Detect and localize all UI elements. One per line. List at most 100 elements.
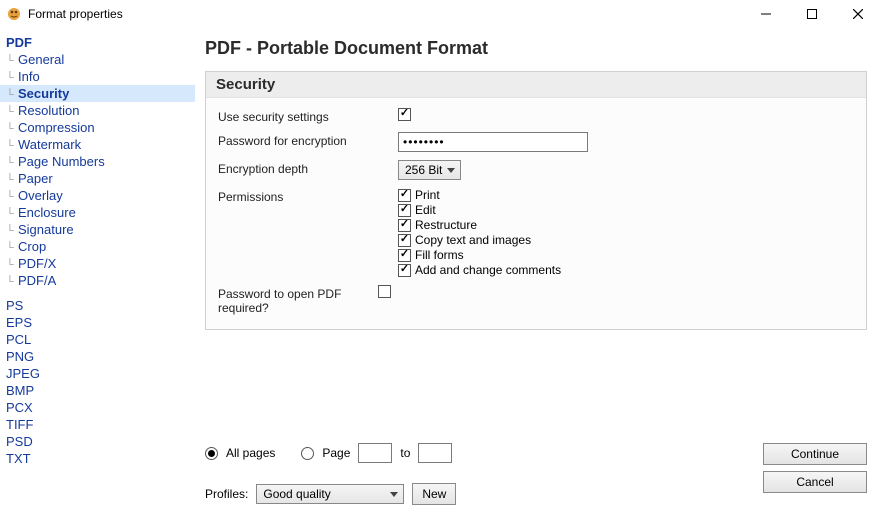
sidebar-item-page-numbers[interactable]: └Page Numbers — [0, 153, 195, 170]
permission-item: Add and change comments — [398, 263, 561, 277]
input-page-from[interactable] — [358, 443, 392, 463]
checkbox-use-security[interactable] — [398, 108, 411, 121]
tree-mark-icon: └ — [6, 106, 18, 118]
permission-label: Edit — [415, 203, 436, 217]
sidebar-item-enclosure[interactable]: └Enclosure — [0, 204, 195, 221]
sidebar-item-resolution[interactable]: └Resolution — [0, 102, 195, 119]
input-page-to[interactable] — [418, 443, 452, 463]
select-encryption-depth-value: 256 Bit — [405, 163, 442, 177]
sidebar-item-label: Crop — [18, 239, 46, 254]
label-to: to — [400, 446, 410, 460]
tree-mark-icon: └ — [6, 276, 18, 288]
tree-mark-icon: └ — [6, 242, 18, 254]
panel-header: Security — [206, 72, 866, 98]
tree-mark-icon: └ — [6, 55, 18, 67]
checkbox-permission-restructure[interactable] — [398, 219, 411, 232]
sidebar-item-paper[interactable]: └Paper — [0, 170, 195, 187]
sidebar-item-label: Compression — [18, 120, 95, 135]
sidebar-format-bmp[interactable]: BMP — [0, 382, 195, 399]
label-password-open: Password to open PDF required? — [218, 285, 378, 315]
radio-page-range[interactable] — [301, 447, 314, 460]
sidebar-item-label: Watermark — [18, 137, 81, 152]
sidebar-item-signature[interactable]: └Signature — [0, 221, 195, 238]
close-button[interactable] — [835, 0, 881, 28]
sidebar-root-pdf[interactable]: PDF — [0, 34, 195, 51]
radio-all-pages[interactable] — [205, 447, 218, 460]
sidebar-format-psd[interactable]: PSD — [0, 433, 195, 450]
checkbox-permission-copy-text-and-images[interactable] — [398, 234, 411, 247]
select-profile-value: Good quality — [263, 487, 330, 501]
sidebar-format-txt[interactable]: TXT — [0, 450, 195, 467]
label-profiles: Profiles: — [205, 487, 248, 501]
sidebar-item-overlay[interactable]: └Overlay — [0, 187, 195, 204]
checkbox-permission-fill-forms[interactable] — [398, 249, 411, 262]
permission-item: Fill forms — [398, 248, 561, 262]
sidebar-item-label: PDF/A — [18, 273, 56, 288]
tree-mark-icon: └ — [6, 174, 18, 186]
window-title: Format properties — [28, 7, 123, 21]
label-page: Page — [322, 446, 350, 460]
checkbox-permission-edit[interactable] — [398, 204, 411, 217]
label-encryption-depth: Encryption depth — [218, 160, 398, 176]
sidebar-item-label: General — [18, 52, 64, 67]
sidebar-item-label: PDF/X — [18, 256, 56, 271]
sidebar-item-watermark[interactable]: └Watermark — [0, 136, 195, 153]
select-profile[interactable]: Good quality — [256, 484, 404, 504]
sidebar-format-pcx[interactable]: PCX — [0, 399, 195, 416]
title-bar: Format properties — [0, 0, 881, 28]
tree-mark-icon: └ — [6, 225, 18, 237]
sidebar-item-label: Security — [18, 86, 69, 101]
footer: All pages Page to Profiles: Good quality… — [205, 427, 867, 515]
sidebar-format-jpeg[interactable]: JPEG — [0, 365, 195, 382]
permission-label: Add and change comments — [415, 263, 561, 277]
sidebar-item-general[interactable]: └General — [0, 51, 195, 68]
input-password-encryption[interactable] — [398, 132, 588, 152]
permissions-list: PrintEditRestructureCopy text and images… — [398, 188, 561, 277]
permission-item: Copy text and images — [398, 233, 561, 247]
tree-mark-icon: └ — [6, 140, 18, 152]
permission-item: Edit — [398, 203, 561, 217]
tree-mark-icon: └ — [6, 89, 18, 101]
checkbox-permission-add-and-change-comments[interactable] — [398, 264, 411, 277]
sidebar-item-crop[interactable]: └Crop — [0, 238, 195, 255]
app-icon — [6, 6, 22, 22]
minimize-button[interactable] — [743, 0, 789, 28]
label-use-security: Use security settings — [218, 108, 398, 124]
cancel-button[interactable]: Cancel — [763, 471, 867, 493]
sidebar-format-tiff[interactable]: TIFF — [0, 416, 195, 433]
sidebar-item-pdf-a[interactable]: └PDF/A — [0, 272, 195, 289]
sidebar-item-pdf-x[interactable]: └PDF/X — [0, 255, 195, 272]
new-profile-button[interactable]: New — [412, 483, 456, 505]
page-title: PDF - Portable Document Format — [205, 38, 867, 59]
sidebar-item-compression[interactable]: └Compression — [0, 119, 195, 136]
sidebar-item-label: Page Numbers — [18, 154, 105, 169]
checkbox-permission-print[interactable] — [398, 189, 411, 202]
permission-label: Restructure — [415, 218, 477, 232]
sidebar-item-label: Info — [18, 69, 40, 84]
sidebar: PDF └General└Info└Security└Resolution└Co… — [0, 28, 195, 521]
sidebar-item-label: Signature — [18, 222, 74, 237]
permission-item: Restructure — [398, 218, 561, 232]
label-permissions: Permissions — [218, 188, 398, 204]
sidebar-item-label: Enclosure — [18, 205, 76, 220]
sidebar-format-png[interactable]: PNG — [0, 348, 195, 365]
sidebar-format-pcl[interactable]: PCL — [0, 331, 195, 348]
tree-mark-icon: └ — [6, 72, 18, 84]
tree-mark-icon: └ — [6, 157, 18, 169]
main-area: PDF - Portable Document Format Security … — [195, 28, 881, 521]
maximize-button[interactable] — [789, 0, 835, 28]
checkbox-password-open[interactable] — [378, 285, 391, 298]
tree-mark-icon: └ — [6, 208, 18, 220]
select-encryption-depth[interactable]: 256 Bit — [398, 160, 461, 180]
permission-label: Print — [415, 188, 440, 202]
sidebar-item-security[interactable]: └Security — [0, 85, 195, 102]
permission-label: Copy text and images — [415, 233, 531, 247]
sidebar-item-label: Resolution — [18, 103, 79, 118]
sidebar-format-ps[interactable]: PS — [0, 297, 195, 314]
continue-button[interactable]: Continue — [763, 443, 867, 465]
tree-mark-icon: └ — [6, 123, 18, 135]
sidebar-item-label: Paper — [18, 171, 53, 186]
sidebar-item-info[interactable]: └Info — [0, 68, 195, 85]
sidebar-format-eps[interactable]: EPS — [0, 314, 195, 331]
permission-label: Fill forms — [415, 248, 464, 262]
